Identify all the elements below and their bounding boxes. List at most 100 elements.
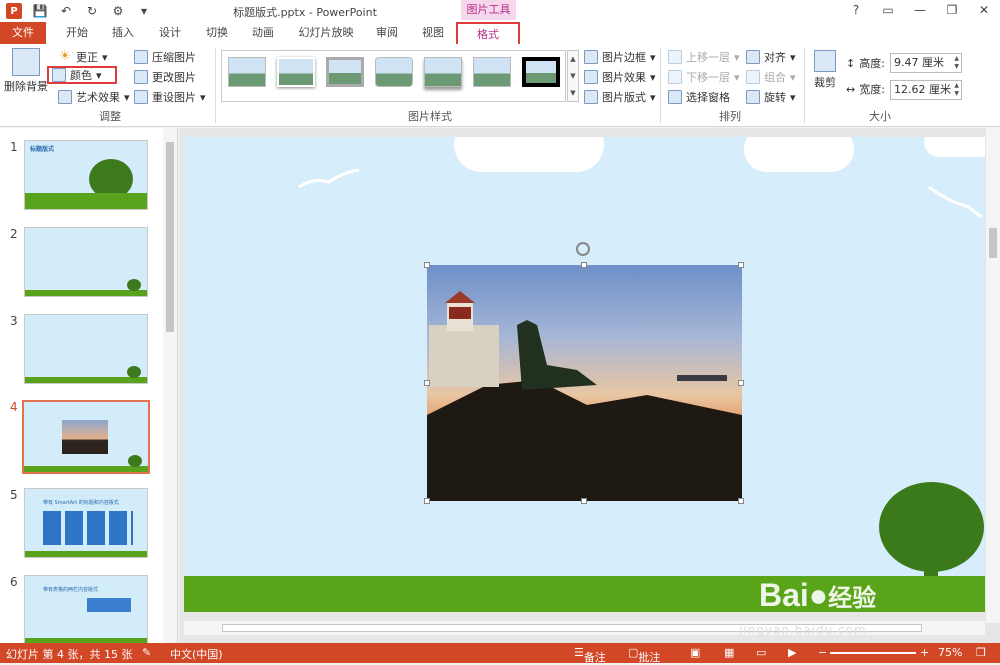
tab-slideshow[interactable]: 幻灯片放映 bbox=[292, 22, 360, 44]
zoom-slider[interactable] bbox=[830, 652, 916, 654]
rotate-handle-icon[interactable] bbox=[576, 242, 590, 256]
align-button[interactable]: 对齐 ▾ bbox=[746, 48, 796, 66]
slideshow-icon[interactable]: ▶ bbox=[788, 646, 796, 659]
group-button[interactable]: 组合 ▾ bbox=[746, 68, 796, 86]
normal-view-icon[interactable]: ▣ bbox=[690, 646, 700, 659]
zoom-in-icon[interactable]: + bbox=[920, 646, 929, 659]
panel-scrollbar[interactable] bbox=[163, 128, 177, 643]
tab-transitions[interactable]: 切换 bbox=[200, 22, 234, 44]
minimize-icon[interactable]: — bbox=[904, 0, 936, 20]
crop-button[interactable]: 裁剪 bbox=[810, 50, 840, 90]
picture-effects-button[interactable]: 图片效果 ▾ bbox=[584, 68, 656, 86]
reset-picture-button[interactable]: 重设图片 ▾ bbox=[134, 88, 206, 106]
resize-handle[interactable] bbox=[738, 380, 744, 386]
picture-styles-gallery[interactable] bbox=[221, 50, 566, 102]
tab-file[interactable]: 文件 bbox=[0, 22, 46, 44]
rotate-button[interactable]: 旋转 ▾ bbox=[746, 88, 796, 106]
layout-icon bbox=[584, 90, 598, 104]
help-icon[interactable]: ? bbox=[840, 0, 872, 20]
styles-group-label: 图片样式 bbox=[408, 110, 452, 123]
tab-animations[interactable]: 动画 bbox=[246, 22, 280, 44]
tab-home[interactable]: 开始 bbox=[60, 22, 94, 44]
more-icon[interactable]: ▼ bbox=[570, 89, 575, 97]
style-thumb[interactable] bbox=[522, 57, 560, 87]
reading-view-icon[interactable]: ▭ bbox=[756, 646, 766, 659]
slide-sorter-icon[interactable]: ▦ bbox=[724, 646, 734, 659]
restore-icon[interactable]: ❐ bbox=[936, 0, 968, 20]
style-thumb[interactable] bbox=[228, 57, 266, 87]
ribbon: 删除背景 ☀ 更正 ▾ 颜色 ▾ 艺术效果 ▾ 压缩图片 更改图片 重设图片 ▾ 调整 … bbox=[0, 44, 1000, 127]
resize-handle[interactable] bbox=[581, 498, 587, 504]
resize-handle[interactable] bbox=[738, 498, 744, 504]
corrections-button[interactable]: ☀ 更正 ▾ bbox=[58, 48, 107, 66]
bird-icon bbox=[928, 185, 983, 219]
language-indicator[interactable]: 中文(中国) bbox=[170, 646, 223, 662]
adjust-group-label: 调整 bbox=[99, 110, 121, 123]
vertical-scrollbar[interactable] bbox=[986, 128, 1000, 623]
tab-review[interactable]: 审阅 bbox=[370, 22, 404, 44]
close-icon[interactable]: ✕ bbox=[968, 0, 1000, 20]
rotate-icon bbox=[746, 90, 760, 104]
tab-format[interactable]: 格式 bbox=[456, 22, 520, 44]
change-picture-button[interactable]: 更改图片 bbox=[134, 68, 196, 86]
bird-icon bbox=[298, 168, 360, 189]
lighthouse-photo[interactable] bbox=[427, 265, 742, 501]
tab-design[interactable]: 设计 bbox=[153, 22, 187, 44]
fit-to-window-icon[interactable]: ❒ bbox=[976, 646, 986, 659]
remove-background-button[interactable]: 删除背景 bbox=[4, 48, 48, 94]
watermark-logo: Bai●经验 bbox=[759, 577, 877, 612]
remove-background-icon bbox=[12, 48, 40, 76]
compress-icon bbox=[134, 50, 148, 64]
gallery-scroll[interactable]: ▲ ▼ ▼ bbox=[567, 50, 579, 102]
chevron-up-icon[interactable]: ▲ bbox=[570, 55, 575, 63]
current-slide[interactable]: Bai●经验 bbox=[184, 137, 985, 612]
compress-pictures-button[interactable]: 压缩图片 bbox=[134, 48, 196, 66]
picture-border-button[interactable]: 图片边框 ▾ bbox=[584, 48, 656, 66]
style-thumb[interactable] bbox=[473, 57, 511, 87]
send-backward-icon bbox=[668, 70, 682, 84]
resize-handle[interactable] bbox=[424, 498, 430, 504]
title-bar: P 💾 ↶ ↻ ⚙ ▾ 标题版式.pptx - PowerPoint 图片工具 … bbox=[0, 0, 1000, 22]
smartart-thumb bbox=[43, 511, 133, 545]
width-input[interactable]: 12.62 厘米 ▲ ▼ bbox=[890, 80, 962, 100]
border-icon bbox=[584, 50, 598, 64]
notes-button[interactable]: ☰ 备注 bbox=[574, 646, 606, 664]
style-thumb[interactable] bbox=[424, 57, 462, 87]
chevron-down-icon[interactable]: ▼ bbox=[570, 72, 575, 80]
selection-pane-button[interactable]: 选择窗格 bbox=[668, 88, 730, 106]
picture-layout-button[interactable]: 图片版式 ▾ bbox=[584, 88, 656, 106]
cloud-shape bbox=[924, 137, 985, 157]
align-icon bbox=[746, 50, 760, 64]
zoom-out-icon[interactable]: − bbox=[818, 646, 827, 659]
cloud-shape bbox=[744, 137, 854, 172]
style-thumb[interactable] bbox=[375, 57, 413, 87]
resize-handle[interactable] bbox=[424, 380, 430, 386]
artistic-effects-button[interactable]: 艺术效果 ▾ bbox=[58, 88, 130, 106]
effects-icon bbox=[584, 70, 598, 84]
crop-icon bbox=[814, 50, 836, 72]
style-thumb[interactable] bbox=[326, 57, 364, 87]
height-icon: ↕ bbox=[846, 56, 856, 70]
group-separator bbox=[660, 48, 661, 123]
spinner-icon[interactable]: ▲ ▼ bbox=[954, 55, 959, 71]
slide-thumbnail-panel: 1 标题版式 2 3 4 5 带有 SmartArt 的标题和内容版式 6 带有… bbox=[0, 128, 178, 643]
resize-handle[interactable] bbox=[581, 262, 587, 268]
spinner-icon[interactable]: ▲ ▼ bbox=[954, 82, 959, 98]
color-button[interactable]: 颜色 ▾ bbox=[47, 66, 117, 84]
style-thumb[interactable] bbox=[277, 57, 315, 87]
resize-handle[interactable] bbox=[738, 262, 744, 268]
group-icon bbox=[746, 70, 760, 84]
ribbon-display-icon[interactable]: ▭ bbox=[872, 0, 904, 20]
tab-view[interactable]: 视图 bbox=[416, 22, 450, 44]
resize-handle[interactable] bbox=[424, 262, 430, 268]
tab-insert[interactable]: 插入 bbox=[106, 22, 140, 44]
zoom-level[interactable]: 75% bbox=[938, 646, 962, 659]
group-separator bbox=[804, 48, 805, 123]
window-controls: ? ▭ — ❐ ✕ bbox=[840, 0, 1000, 20]
comments-button[interactable]: ▢ 批注 bbox=[628, 646, 660, 664]
bring-forward-button[interactable]: 上移一层 ▾ bbox=[668, 48, 740, 66]
height-input[interactable]: 9.47 厘米 ▲ ▼ bbox=[890, 53, 962, 73]
send-backward-button[interactable]: 下移一层 ▾ bbox=[668, 68, 740, 86]
lighthouse-scene bbox=[427, 291, 742, 501]
spellcheck-icon[interactable]: ✎ bbox=[142, 646, 151, 659]
